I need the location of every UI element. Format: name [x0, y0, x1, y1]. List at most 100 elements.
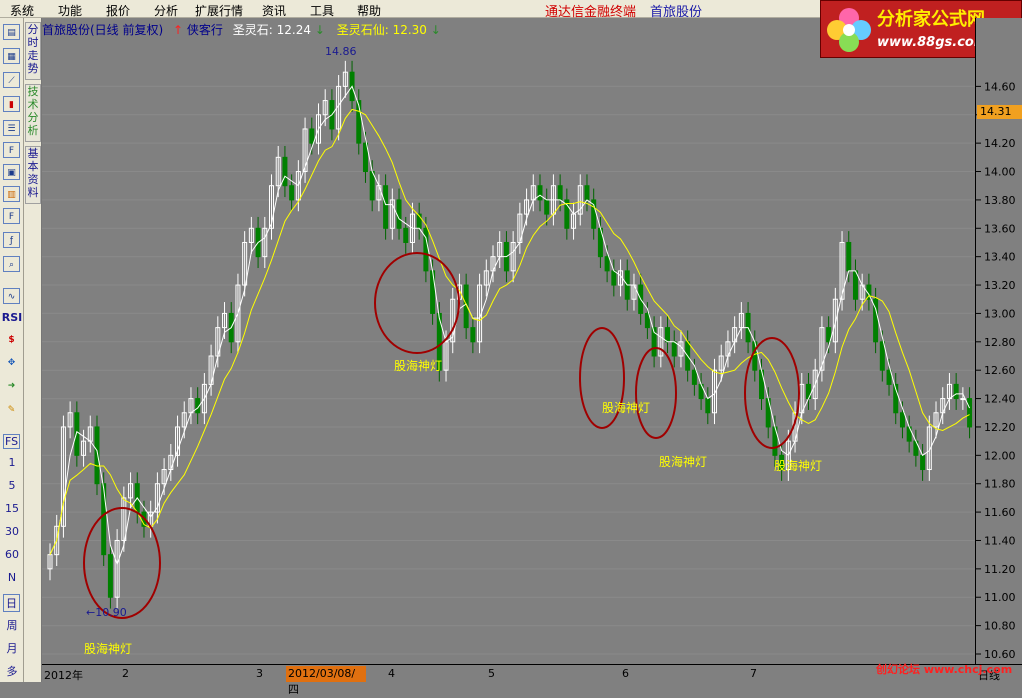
date-label-apr: 4 [388, 667, 395, 680]
lamp-ellipse [744, 337, 800, 449]
menu-item-function[interactable]: 功能 [58, 2, 82, 19]
period-1-button[interactable]: 1 [0, 456, 24, 469]
candle [886, 369, 892, 385]
candle [899, 412, 905, 428]
menu-item-quote[interactable]: 报价 [106, 2, 130, 19]
date-cursor-label: 2012/03/08/四 [286, 666, 366, 696]
candle [383, 185, 389, 229]
axis-tick-label: 14.00 [984, 166, 1016, 179]
candle [953, 383, 959, 400]
lamp-ellipse [374, 252, 460, 354]
candle [826, 327, 832, 343]
axis-tick-label: 12.40 [984, 393, 1016, 406]
candle [403, 227, 409, 243]
date-label-year: 2012年 [44, 669, 83, 682]
period-60-button[interactable]: 60 [0, 548, 24, 561]
candle [309, 128, 315, 144]
date-label-may: 5 [488, 667, 495, 680]
period-15-button[interactable]: 15 [0, 502, 24, 515]
candle [852, 270, 858, 300]
menu-item-help[interactable]: 帮助 [357, 2, 381, 19]
date-label-jun: 6 [622, 667, 629, 680]
candle [74, 412, 80, 456]
lamp-label: 股海神灯 [394, 358, 442, 373]
axis-tick-label: 12.20 [984, 421, 1016, 434]
menu-item-analysis[interactable]: 分析 [154, 2, 178, 19]
line-chart-icon[interactable]: ⟋ [3, 72, 20, 88]
kline-icon[interactable]: ▮ [3, 96, 20, 112]
axis-tick-label: 13.40 [984, 251, 1016, 264]
candle [544, 199, 550, 215]
menu-item-info[interactable]: 资讯 [262, 2, 286, 19]
axis-tick-label: 13.80 [984, 194, 1016, 207]
date-label-feb: 2 [122, 667, 129, 680]
candle [879, 341, 885, 371]
table-icon[interactable]: ▦ [3, 48, 20, 64]
lamp-ellipse [635, 347, 677, 439]
document-icon[interactable]: ▣ [3, 164, 20, 180]
quote-list-icon[interactable]: ▤ [3, 24, 20, 40]
tab-intraday[interactable]: 分时走势 [25, 22, 41, 80]
candle [611, 270, 617, 286]
pencil-icon[interactable]: ✎ [3, 402, 20, 418]
axis-tick-label: 13.00 [984, 307, 1016, 320]
news-icon[interactable]: ▥ [3, 186, 20, 202]
candle [101, 483, 107, 556]
period-month-button[interactable]: 月 [0, 640, 24, 656]
period-5-button[interactable]: 5 [0, 479, 24, 492]
candle [671, 341, 677, 357]
candle [107, 554, 113, 598]
axis-tick-label: 13.20 [984, 279, 1016, 292]
lamp-label: 股海神灯 [774, 458, 822, 473]
axis-tick-label: 11.80 [984, 478, 1016, 491]
menu-item-tools[interactable]: 工具 [310, 2, 334, 19]
candle [557, 185, 563, 201]
rsi-button[interactable]: RSI [0, 311, 24, 324]
current-price-label: 14.31 [977, 105, 1022, 119]
axis-tick-label: 14.20 [984, 137, 1016, 150]
list-icon[interactable]: ☰ [3, 120, 20, 136]
period-n-button[interactable]: N [0, 571, 24, 584]
menu-item-extended-quote[interactable]: 扩展行情 [195, 2, 243, 19]
lamp-label: 股海神灯 [602, 400, 650, 415]
vertical-tabs: 分时走势 技术分析 基本资料 [24, 18, 42, 682]
dollar-icon[interactable]: $ [3, 332, 20, 348]
candle [94, 426, 100, 485]
fs-button[interactable]: FS [3, 434, 20, 449]
candle [705, 398, 711, 414]
fx-icon[interactable]: ƒ [3, 232, 20, 248]
axis-tick-label: 10.60 [984, 648, 1016, 661]
date-label-mar: 3 [256, 667, 263, 680]
axis-tick-label: 11.40 [984, 534, 1016, 547]
date-label-jul: 7 [750, 667, 757, 680]
export-icon[interactable]: ➜ [3, 378, 20, 394]
lamp-label: 股海神灯 [659, 454, 707, 469]
ma-line-yellow [49, 108, 970, 555]
period-week-button[interactable]: 周 [0, 617, 24, 633]
f10-icon[interactable]: F [3, 142, 20, 158]
axis-tick-label: 10.80 [984, 620, 1016, 633]
wave-icon[interactable]: ∿ [3, 288, 20, 304]
watermark: 创幻论坛 www.chcj.com [876, 663, 1013, 676]
search-icon[interactable]: ⌕ [3, 256, 20, 272]
f2-icon[interactable]: F [3, 208, 20, 224]
move-icon[interactable]: ✥ [3, 355, 20, 371]
candle [691, 369, 697, 385]
candle [369, 171, 375, 201]
candle [584, 185, 590, 201]
kline-chart-svg: 股海神灯股海神灯股海神灯股海神灯 股海神灯14.86←10.90 [42, 45, 975, 656]
axis-tick-label: 14.60 [984, 80, 1016, 93]
axis-tick-label: 12.00 [984, 449, 1016, 462]
candle [967, 398, 973, 428]
tab-technical[interactable]: 技术分析 [25, 84, 41, 142]
price-axis: 14.6014.4014.2014.0013.8013.6013.4013.20… [975, 18, 1022, 664]
lamp-label: 股海神灯 [84, 641, 132, 656]
period-30-button[interactable]: 30 [0, 525, 24, 538]
candle [920, 454, 926, 471]
period-multi-button[interactable]: 多 [0, 663, 24, 679]
period-day-button[interactable]: 日 [3, 594, 20, 612]
menu-item-system[interactable]: 系统 [10, 2, 34, 19]
axis-tick-label: 11.60 [984, 506, 1016, 519]
kline-chart[interactable]: 股海神灯 股海神灯 股海神灯 股海神灯 股海神灯 14.86 ←10.90 [42, 18, 975, 664]
tab-fundamental[interactable]: 基本资料 [25, 146, 41, 204]
